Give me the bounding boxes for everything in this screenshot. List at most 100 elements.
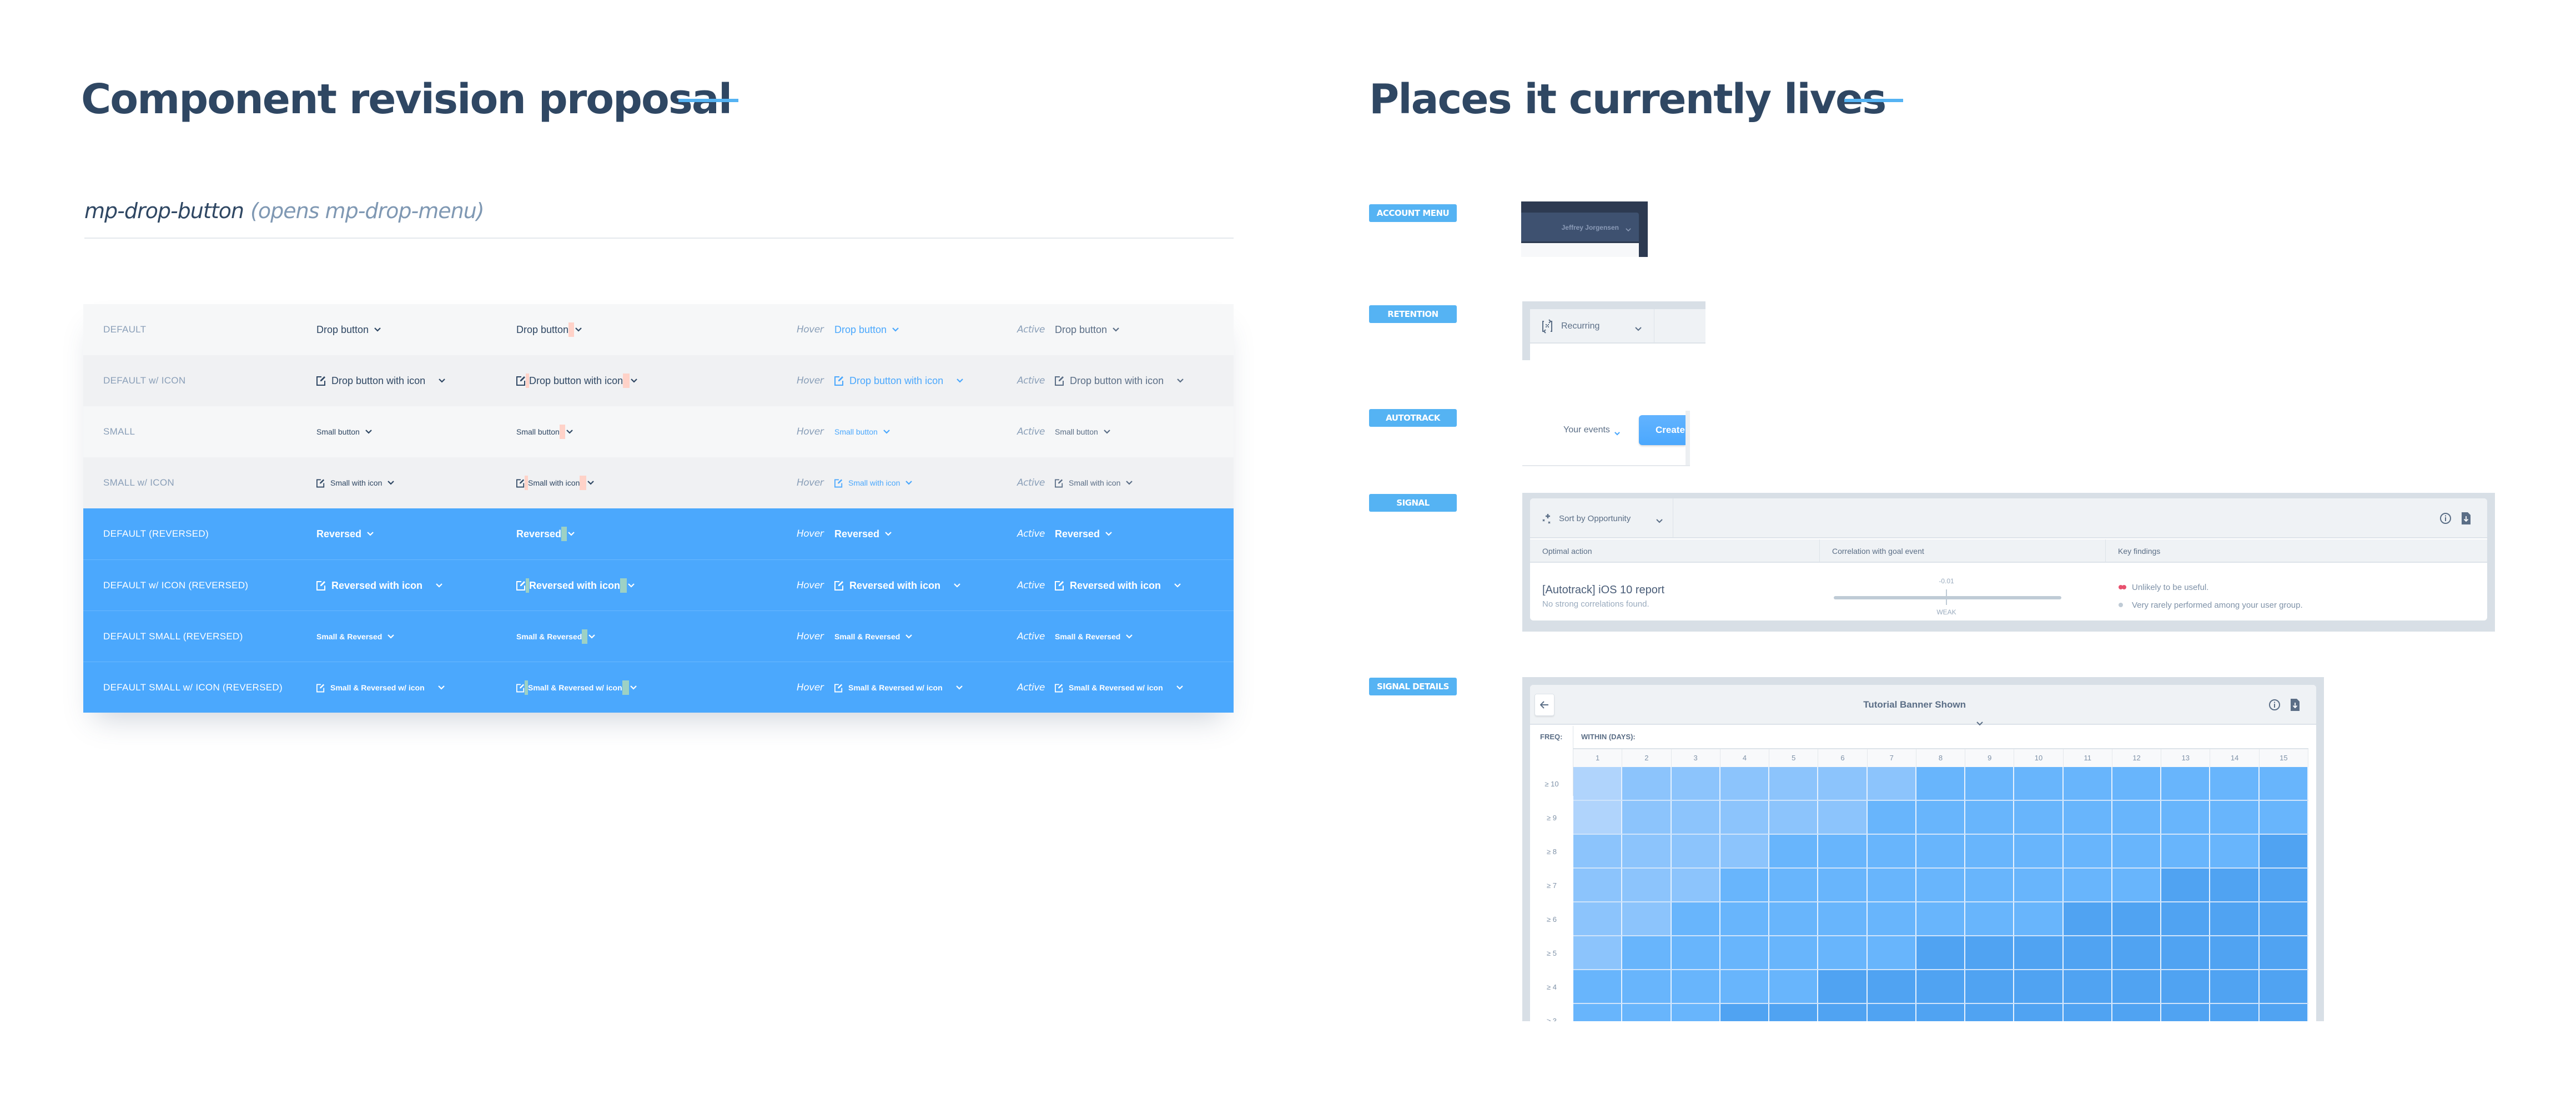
heatmap-cell[interactable] xyxy=(2014,801,2064,834)
drop-button[interactable]: Small button xyxy=(316,427,372,436)
heatmap-cell[interactable] xyxy=(2210,902,2260,935)
heatmap-cell[interactable] xyxy=(2210,801,2260,834)
drop-button[interactable]: Small & Reversed w/ icon xyxy=(316,683,445,693)
heatmap-cell[interactable] xyxy=(2112,902,2162,935)
heatmap-cell[interactable] xyxy=(2112,1004,2162,1021)
heatmap-cell[interactable] xyxy=(1622,936,1672,969)
heatmap-cell[interactable] xyxy=(1867,1004,1916,1021)
drop-button[interactable]: Small button xyxy=(1055,427,1110,436)
drop-button[interactable]: Reversed with icon xyxy=(834,580,960,592)
heatmap-cell[interactable] xyxy=(1671,801,1720,834)
heatmap-cell[interactable] xyxy=(1573,801,1623,834)
heatmap-cell[interactable] xyxy=(1867,767,1916,800)
drop-button[interactable]: Small with icon xyxy=(1055,478,1133,488)
heatmap-cell[interactable] xyxy=(2161,835,2211,867)
drop-button[interactable]: Small & Reversed xyxy=(516,629,596,644)
drop-button[interactable]: Reversed xyxy=(834,528,892,540)
heatmap-cell[interactable] xyxy=(1671,902,1720,935)
heatmap-cell[interactable] xyxy=(2112,801,2162,834)
heatmap-cell[interactable] xyxy=(2063,835,2112,867)
heatmap-cell[interactable] xyxy=(1573,767,1623,800)
heatmap-cell[interactable] xyxy=(1916,801,1966,834)
heatmap-cell[interactable] xyxy=(1720,835,1770,867)
drop-button[interactable]: Small with icon xyxy=(316,478,395,488)
heatmap-cell[interactable] xyxy=(1867,835,1916,867)
heatmap-cell[interactable] xyxy=(1622,801,1672,834)
heatmap-cell[interactable] xyxy=(1916,1004,1966,1021)
drop-button[interactable]: Drop button with icon xyxy=(834,375,963,387)
heatmap-cell[interactable] xyxy=(1622,902,1672,935)
drop-button[interactable]: Drop button xyxy=(316,324,381,336)
heatmap-cell[interactable] xyxy=(2259,767,2308,800)
heatmap-cell[interactable] xyxy=(2063,1004,2112,1021)
drop-button[interactable]: Small & Reversed w/ icon xyxy=(1055,683,1183,693)
heatmap-cell[interactable] xyxy=(1769,767,1819,800)
signal-row-title[interactable]: [Autotrack] iOS 10 report xyxy=(1542,584,1664,597)
heatmap-cell[interactable] xyxy=(1867,970,1916,1003)
heatmap-cell[interactable] xyxy=(2161,869,2211,901)
heatmap-cell[interactable] xyxy=(1867,936,1916,969)
heatmap-cell[interactable] xyxy=(1573,970,1623,1003)
heatmap-cell[interactable] xyxy=(2063,970,2112,1003)
drop-button[interactable]: Reversed with icon xyxy=(516,578,635,593)
heatmap-cell[interactable] xyxy=(2161,767,2211,800)
heatmap-cell[interactable] xyxy=(2014,767,2064,800)
download-file-icon[interactable] xyxy=(2462,512,2471,524)
heatmap-cell[interactable] xyxy=(1916,835,1966,867)
heatmap-cell[interactable] xyxy=(1916,767,1966,800)
heatmap-cell[interactable] xyxy=(1671,970,1720,1003)
heatmap-cell[interactable] xyxy=(1916,936,1966,969)
heatmap-cell[interactable] xyxy=(1573,869,1623,901)
heatmap-cell[interactable] xyxy=(1769,970,1819,1003)
heatmap-cell[interactable] xyxy=(2210,835,2260,867)
heatmap-cell[interactable] xyxy=(1965,902,2015,935)
heatmap-cell[interactable] xyxy=(1965,801,2015,834)
heatmap-cell[interactable] xyxy=(1818,835,1868,867)
heatmap-cell[interactable] xyxy=(2112,869,2162,901)
heatmap-cell[interactable] xyxy=(1622,835,1672,867)
signal-row[interactable]: [Autotrack] iOS 10 report No strong corr… xyxy=(1530,564,2487,620)
drop-button[interactable]: Drop button xyxy=(834,324,899,336)
column-header[interactable]: Correlation with goal event xyxy=(1820,539,2106,563)
drop-button[interactable]: Reversed xyxy=(1055,528,1112,540)
event-dropdown[interactable]: Tutorial Banner Shown xyxy=(1530,685,2316,725)
heatmap-cell[interactable] xyxy=(1720,936,1770,969)
heatmap-cell[interactable] xyxy=(2161,801,2211,834)
drop-button[interactable]: Small & Reversed xyxy=(1055,632,1133,641)
heatmap-cell[interactable] xyxy=(1867,902,1916,935)
drop-button[interactable]: Drop button xyxy=(516,322,582,337)
heatmap-cell[interactable] xyxy=(1622,1004,1672,1021)
heatmap-cell[interactable] xyxy=(2014,936,2064,969)
drop-button[interactable]: Reversed with icon xyxy=(316,580,442,592)
heatmap-cell[interactable] xyxy=(2112,970,2162,1003)
heatmap-cell[interactable] xyxy=(1769,902,1819,935)
heatmap-cell[interactable] xyxy=(1769,835,1819,867)
heatmap-cell[interactable] xyxy=(1818,1004,1868,1021)
heatmap-cell[interactable] xyxy=(2063,902,2112,935)
info-icon[interactable] xyxy=(2268,699,2281,711)
heatmap-cell[interactable] xyxy=(2210,936,2260,969)
create-button[interactable]: Create xyxy=(1639,415,1686,445)
heatmap-cell[interactable] xyxy=(2112,936,2162,969)
heatmap-cell[interactable] xyxy=(1622,869,1672,901)
heatmap-cell[interactable] xyxy=(1867,869,1916,901)
drop-button[interactable]: Drop button with icon xyxy=(1055,375,1184,387)
sort-dropdown[interactable]: Sort by Opportunity xyxy=(1530,498,1673,538)
heatmap-cell[interactable] xyxy=(2259,869,2308,901)
column-header[interactable]: Optimal action xyxy=(1530,539,1820,563)
drop-button[interactable]: Small button xyxy=(516,425,573,439)
heatmap-cell[interactable] xyxy=(1818,970,1868,1003)
heatmap-cell[interactable] xyxy=(2014,869,2064,901)
drop-button[interactable]: Drop button with icon xyxy=(516,374,637,388)
heatmap-cell[interactable] xyxy=(2112,767,2162,800)
retention-dropdown[interactable]: Recurring xyxy=(1530,309,1654,344)
heatmap-cell[interactable] xyxy=(1622,767,1672,800)
heatmap-cell[interactable] xyxy=(2161,936,2211,969)
drop-button[interactable]: Small & Reversed xyxy=(834,632,913,641)
heatmap-cell[interactable] xyxy=(1769,869,1819,901)
heatmap-cell[interactable] xyxy=(1769,936,1819,969)
heatmap-cell[interactable] xyxy=(1720,1004,1770,1021)
heatmap-cell[interactable] xyxy=(2014,970,2064,1003)
heatmap-cell[interactable] xyxy=(2063,936,2112,969)
heatmap-cell[interactable] xyxy=(2259,902,2308,935)
